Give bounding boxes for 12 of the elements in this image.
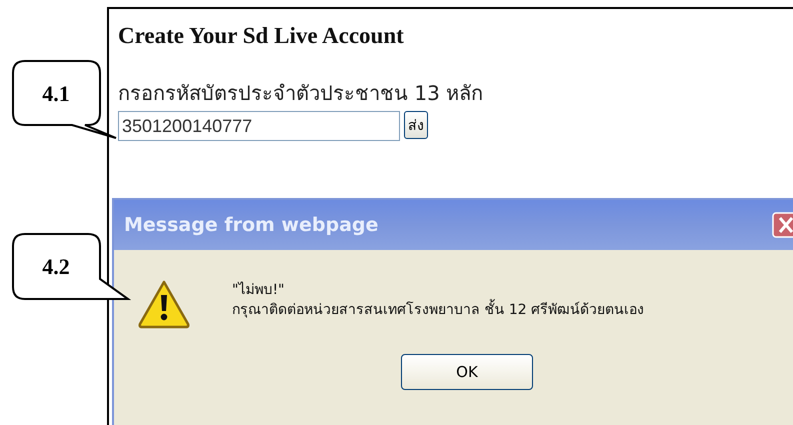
ok-button[interactable]: OK xyxy=(401,354,533,390)
message-text: กรุณาติดต่อหน่วยสารสนเทศโรงพยาบาล ชั้น 12 ศรีพัฒน์ด้วยตนเอง xyxy=(232,300,644,320)
dialog-title: Message from webpage xyxy=(124,214,378,236)
callout-label: 4.2 xyxy=(42,254,70,279)
close-icon[interactable] xyxy=(772,212,793,238)
submit-button[interactable]: ส่ง xyxy=(404,111,428,139)
page-heading: Create Your Sd Live Account xyxy=(118,23,405,49)
input-field[interactable]: 3501200140777 xyxy=(118,111,400,141)
message-text: "ไม่พบ!" xyxy=(232,280,286,300)
callout-label: 4.1 xyxy=(42,81,70,106)
warning-icon xyxy=(136,278,192,330)
field-label: กรอกรหัสบัตรประจำตัวประชาชน 13 หลัก xyxy=(118,80,484,107)
